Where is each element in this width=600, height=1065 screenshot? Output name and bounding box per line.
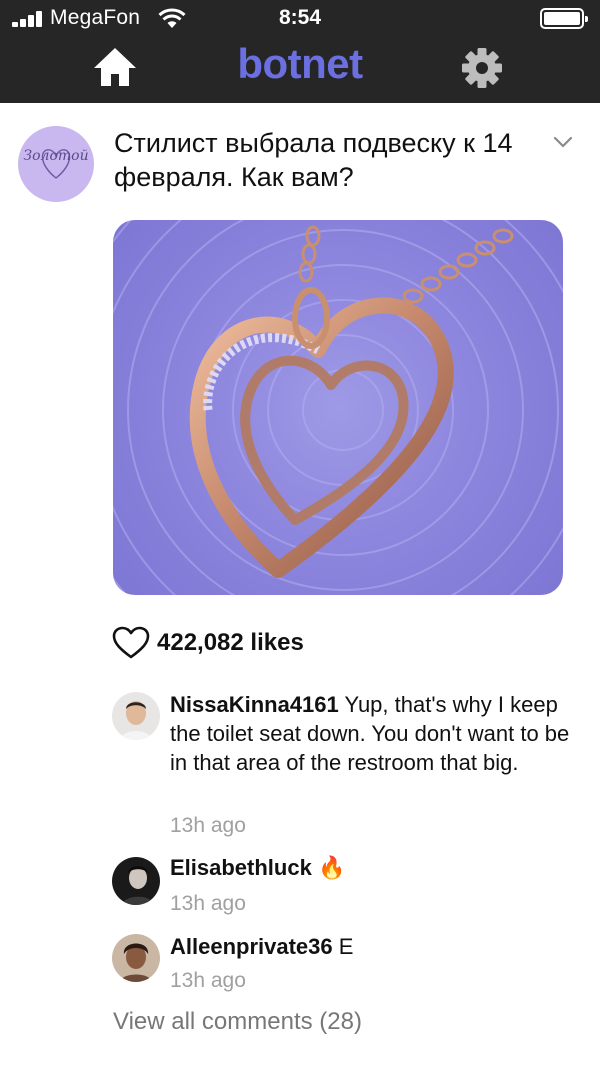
- comment-timestamp: 13h ago: [170, 969, 246, 992]
- comment-username[interactable]: Alleenprivate36: [170, 934, 333, 959]
- avatar[interactable]: [112, 934, 160, 982]
- post-image[interactable]: [113, 220, 563, 595]
- brand-logo[interactable]: botnet: [0, 40, 600, 88]
- post-title: Стилист выбрала подвеску к 14 февраля. К…: [114, 128, 513, 192]
- like-count: 422,082 likes: [157, 629, 304, 656]
- settings-button[interactable]: [460, 46, 504, 90]
- heart-pendant-image: [113, 220, 563, 595]
- top-bar: MegaFon 8:54 botnet: [0, 0, 600, 103]
- chevron-down-icon[interactable]: [552, 134, 574, 150]
- post-author-avatar[interactable]: Золотой: [18, 126, 94, 202]
- comment-text: E: [332, 934, 354, 959]
- battery-icon: [540, 8, 588, 29]
- comment-timestamp: 13h ago: [170, 814, 246, 837]
- avatar-logo-text: Золотой: [23, 148, 89, 164]
- comment-username[interactable]: NissaKinna4161: [170, 692, 339, 717]
- avatar[interactable]: [112, 857, 160, 905]
- comment-text: 🔥: [311, 855, 346, 880]
- view-all-comments-link[interactable]: View all comments (28): [113, 1008, 362, 1036]
- avatar[interactable]: [112, 692, 160, 740]
- status-bar: MegaFon 8:54: [0, 0, 600, 38]
- comment-timestamp: 13h ago: [170, 892, 246, 915]
- comment-username[interactable]: Elisabethluck: [170, 855, 312, 880]
- heart-icon[interactable]: [112, 626, 150, 660]
- clock: 8:54: [278, 6, 322, 29]
